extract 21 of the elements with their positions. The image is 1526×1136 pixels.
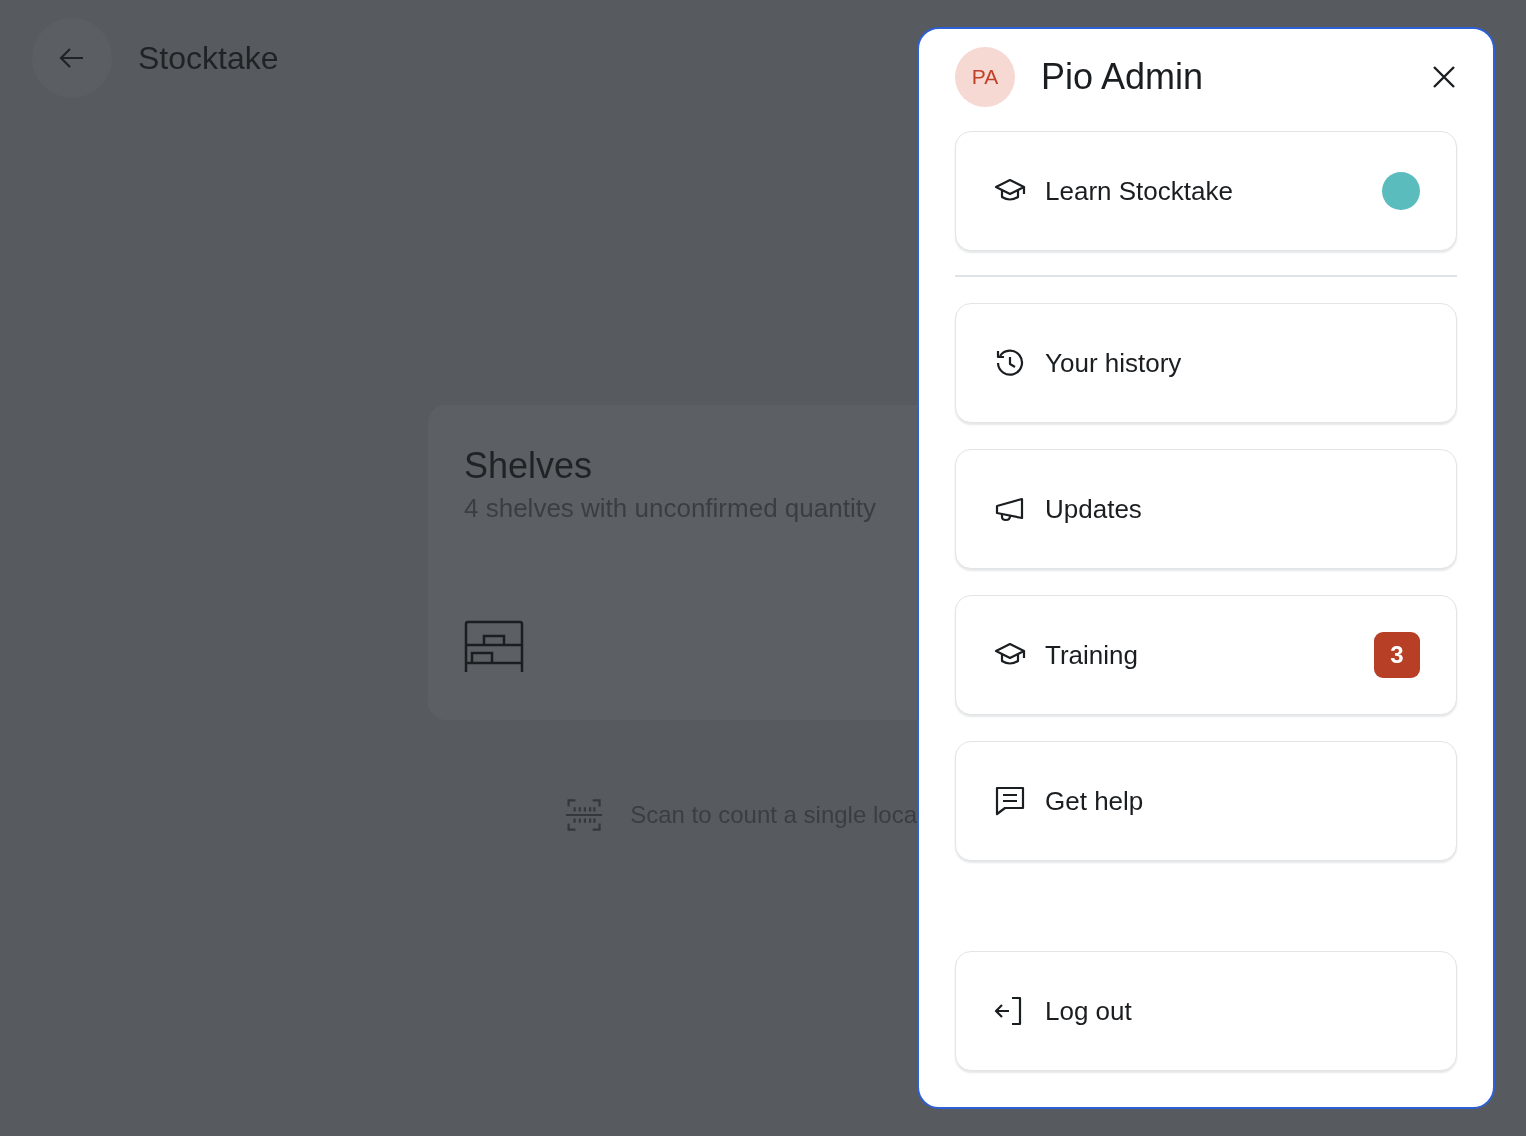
menu-item-label: Updates (1045, 493, 1143, 525)
menu-item-label: Log out (1045, 995, 1133, 1027)
menu-item[interactable]: Log out (955, 951, 1457, 1071)
user-name: Pio Admin (1041, 56, 1205, 98)
menu-item-label: Get help (1045, 785, 1145, 817)
shelf-icon (464, 620, 524, 672)
page-title: Stocktake (138, 39, 279, 77)
menu-item-label: Learn Stocktake (1045, 175, 1234, 207)
card-title: Shelves (464, 445, 594, 487)
close-icon (1431, 64, 1457, 90)
count-badge: 3 (1374, 632, 1420, 678)
menu-item[interactable]: Get help (955, 741, 1457, 861)
chat-icon (993, 784, 1027, 818)
menu-item[interactable]: Training 3 (955, 595, 1457, 715)
menu-item[interactable]: Your history (955, 303, 1457, 423)
close-button[interactable] (1431, 64, 1457, 90)
menu-item-label: Training (1045, 639, 1139, 671)
menu-item[interactable]: Learn Stocktake (955, 131, 1457, 251)
avatar: PA (955, 47, 1015, 107)
menu-item-label: Your history (1045, 347, 1183, 379)
menu-item[interactable]: Updates (955, 449, 1457, 569)
